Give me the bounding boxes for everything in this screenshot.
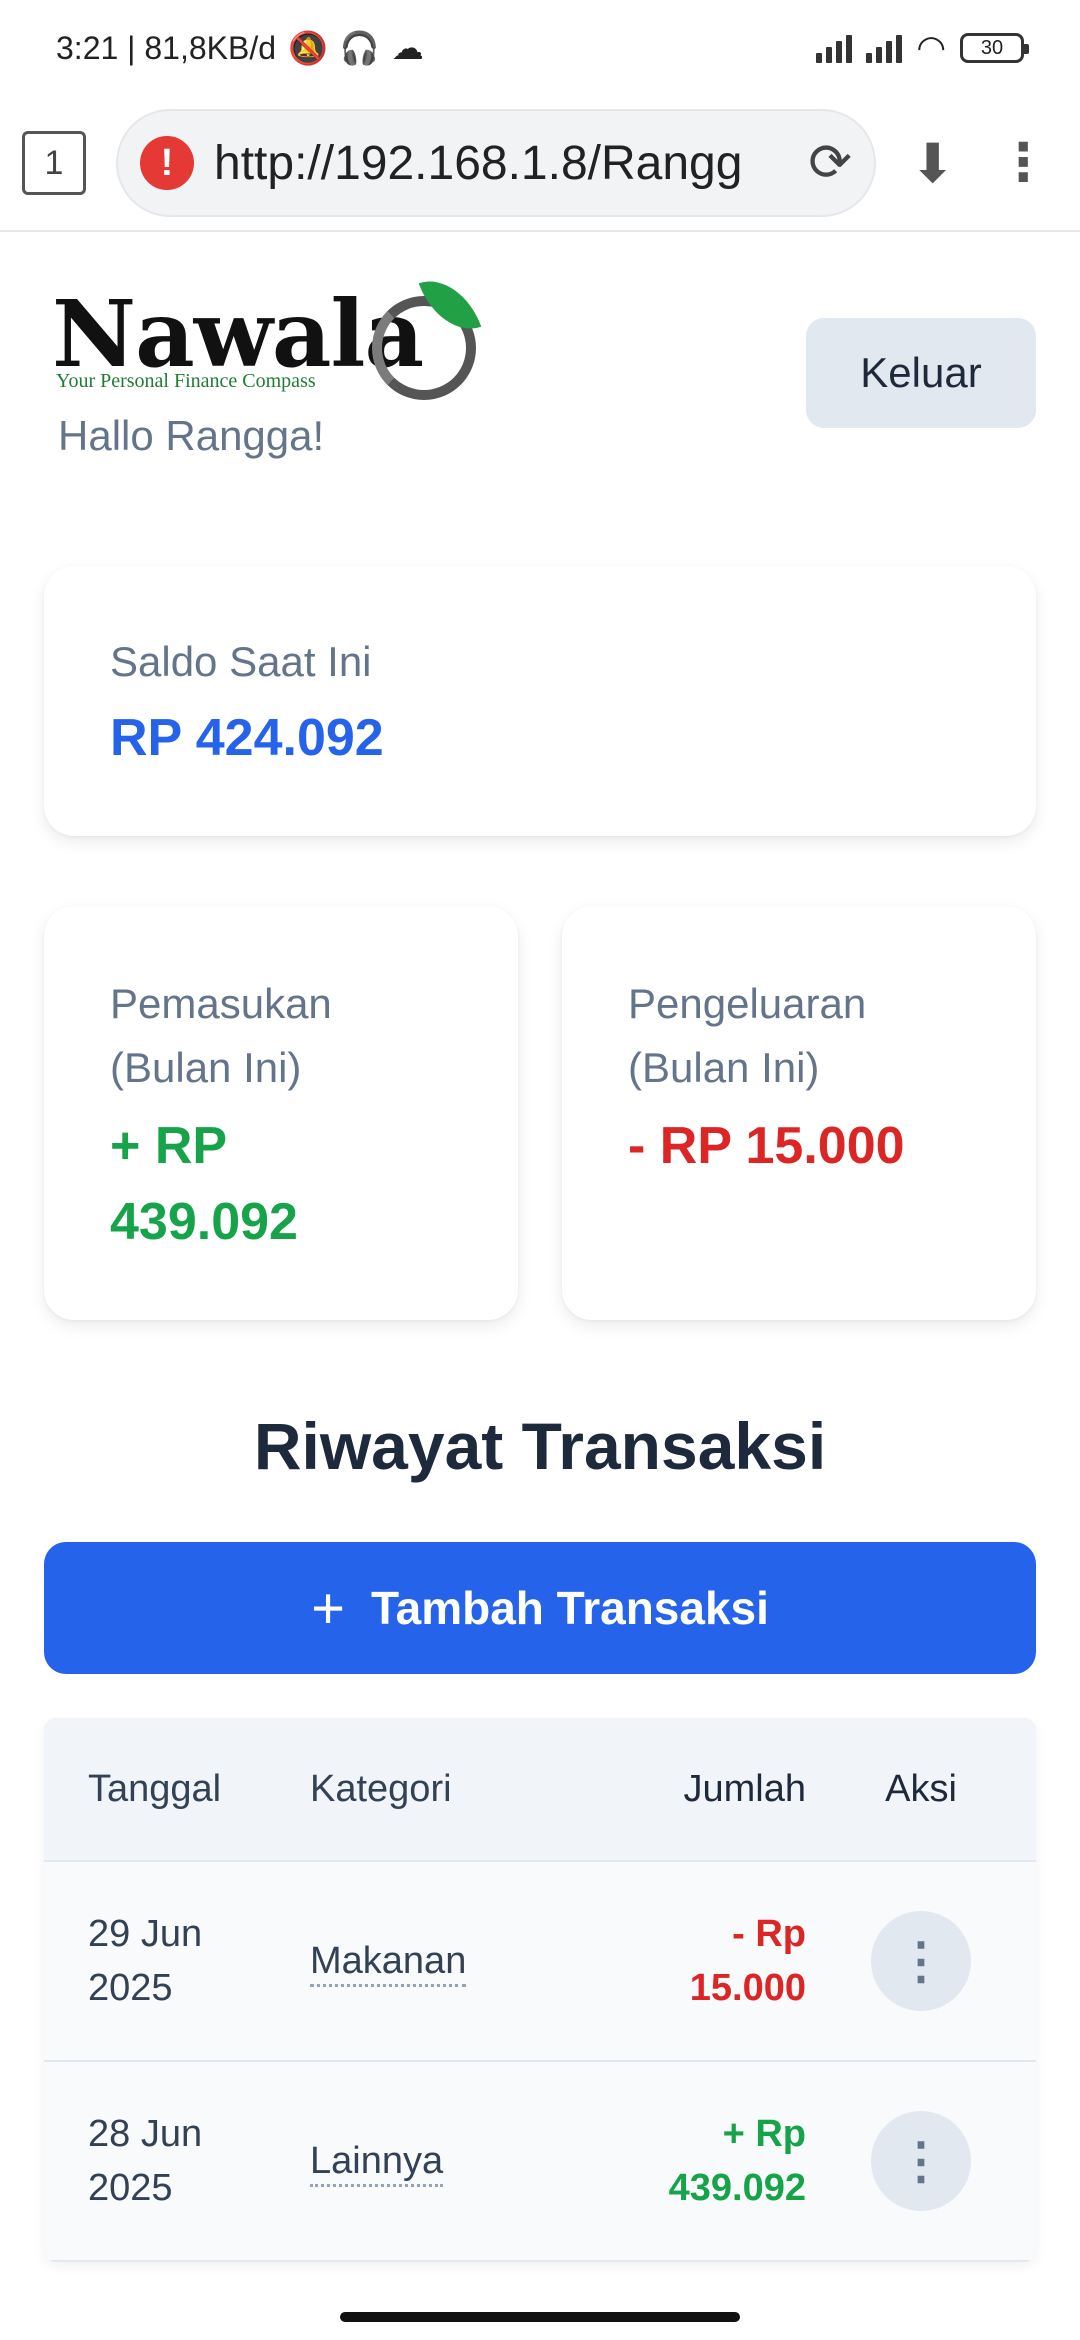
download-icon[interactable]: ⬇ [910,132,955,195]
row-amount: - Rp 15.000 [550,1907,806,2015]
battery-icon: 30 [960,33,1029,63]
table-row: 29 Jun 2025 Makanan - Rp 15.000 ⋮ [44,1862,1036,2062]
row-amount: + Rp 439.092 [550,2107,806,2215]
add-transaction-label: Tambah Transaksi [370,1582,769,1634]
expense-value: - RP 15.000 [628,1117,905,1175]
url-text[interactable]: http://192.168.1.8/Rangg [214,136,788,191]
income-value-prefix: + RP [110,1117,228,1175]
cloud-icon: ☁ [391,30,424,66]
row-action: ⋮ [806,1911,1036,2011]
income-label: Pemasukan [110,980,332,1027]
row-category: Lainnya [310,2139,550,2187]
reload-icon[interactable]: ⟳ [808,133,852,193]
logout-button[interactable]: Keluar [806,318,1036,428]
row-amount-value: 439.092 [668,2167,806,2209]
logo-tagline: Your Personal Finance Compass [56,370,316,392]
row-category-link[interactable]: Makanan [310,1939,467,1987]
row-category: Makanan [310,1939,550,1987]
income-value: 439.092 [110,1193,298,1251]
warning-triangle-icon[interactable]: ! [140,136,194,190]
column-header-action: Aksi [885,1767,957,1810]
row-date: 28 Jun 2025 [44,2107,310,2215]
column-header-category: Kategori [310,1767,452,1810]
expense-card: Pengeluaran (Bulan Ini) - RP 15.000 [562,906,1036,1320]
row-date-year: 2025 [88,2167,173,2209]
expense-label: Pengeluaran [628,980,867,1027]
kebab-menu-icon[interactable]: ⋮ [871,2111,971,2211]
tab-switcher-button[interactable]: 1 [22,131,86,195]
tab-count-label: 1 [44,143,64,182]
browser-toolbar: 1 ! http://192.168.1.8/Rangg ⟳ ⬇ ⋮ [0,96,1080,232]
expense-period: (Bulan Ini) [628,1044,820,1091]
row-amount-value: 15.000 [689,1967,806,2009]
status-right: ◠ 30 [816,28,1029,68]
row-date-day: 28 Jun [88,2113,203,2155]
table-row: 28 Jun 2025 Lainnya + Rp 439.092 ⋮ [44,2062,1036,2262]
row-action: ⋮ [806,2111,1036,2211]
status-left: 3:21 | 81,8KB/d 🔕 🎧 ☁ [56,29,424,67]
signal-icon-2 [866,33,903,63]
row-amount-prefix: - Rp [732,1913,806,1955]
table-header: Tanggal Kategori Jumlah Aksi [44,1718,1036,1862]
column-header-date: Tanggal [88,1768,222,1810]
status-bar: 3:21 | 81,8KB/d 🔕 🎧 ☁ ◠ 30 [0,0,1080,96]
battery-level: 30 [980,36,1004,59]
column-header-amount: Jumlah [683,1768,807,1810]
address-bar[interactable]: ! http://192.168.1.8/Rangg ⟳ [116,109,876,217]
kebab-menu-icon[interactable]: ⋮ [871,1911,971,2011]
balance-value: RP 424.092 [110,709,384,767]
app-logo: Nawala Your Personal Finance Compass [52,268,482,404]
row-category-link[interactable]: Lainnya [310,2139,444,2187]
signal-icon [816,33,853,63]
balance-card: Saldo Saat Ini RP 424.092 [44,566,1036,836]
row-date: 29 Jun 2025 [44,1907,310,2015]
more-vertical-icon[interactable]: ⋮ [997,133,1049,193]
income-card: Pemasukan (Bulan Ini) + RP 439.092 [44,906,518,1320]
mute-icon: 🔕 [288,30,328,66]
row-amount-prefix: + Rp [722,2113,806,2155]
transactions-title: Riwayat Transaksi [253,1409,827,1483]
plus-icon: + [311,1575,345,1641]
greeting-text: Hallo Rangga! [58,412,325,459]
add-transaction-button[interactable]: + Tambah Transaksi [44,1542,1036,1674]
transactions-table: Tanggal Kategori Jumlah Aksi 29 Jun 2025… [44,1718,1036,2262]
balance-label: Saldo Saat Ini [110,638,372,685]
income-period: (Bulan Ini) [110,1044,302,1091]
status-time: 3:21 | 81,8KB/d [56,29,277,66]
row-date-day: 29 Jun [88,1913,203,1955]
wifi-icon: ◠ [916,29,946,67]
row-date-year: 2025 [88,1967,173,2009]
headphones-icon: 🎧 [339,30,380,66]
home-indicator[interactable] [340,2312,740,2322]
